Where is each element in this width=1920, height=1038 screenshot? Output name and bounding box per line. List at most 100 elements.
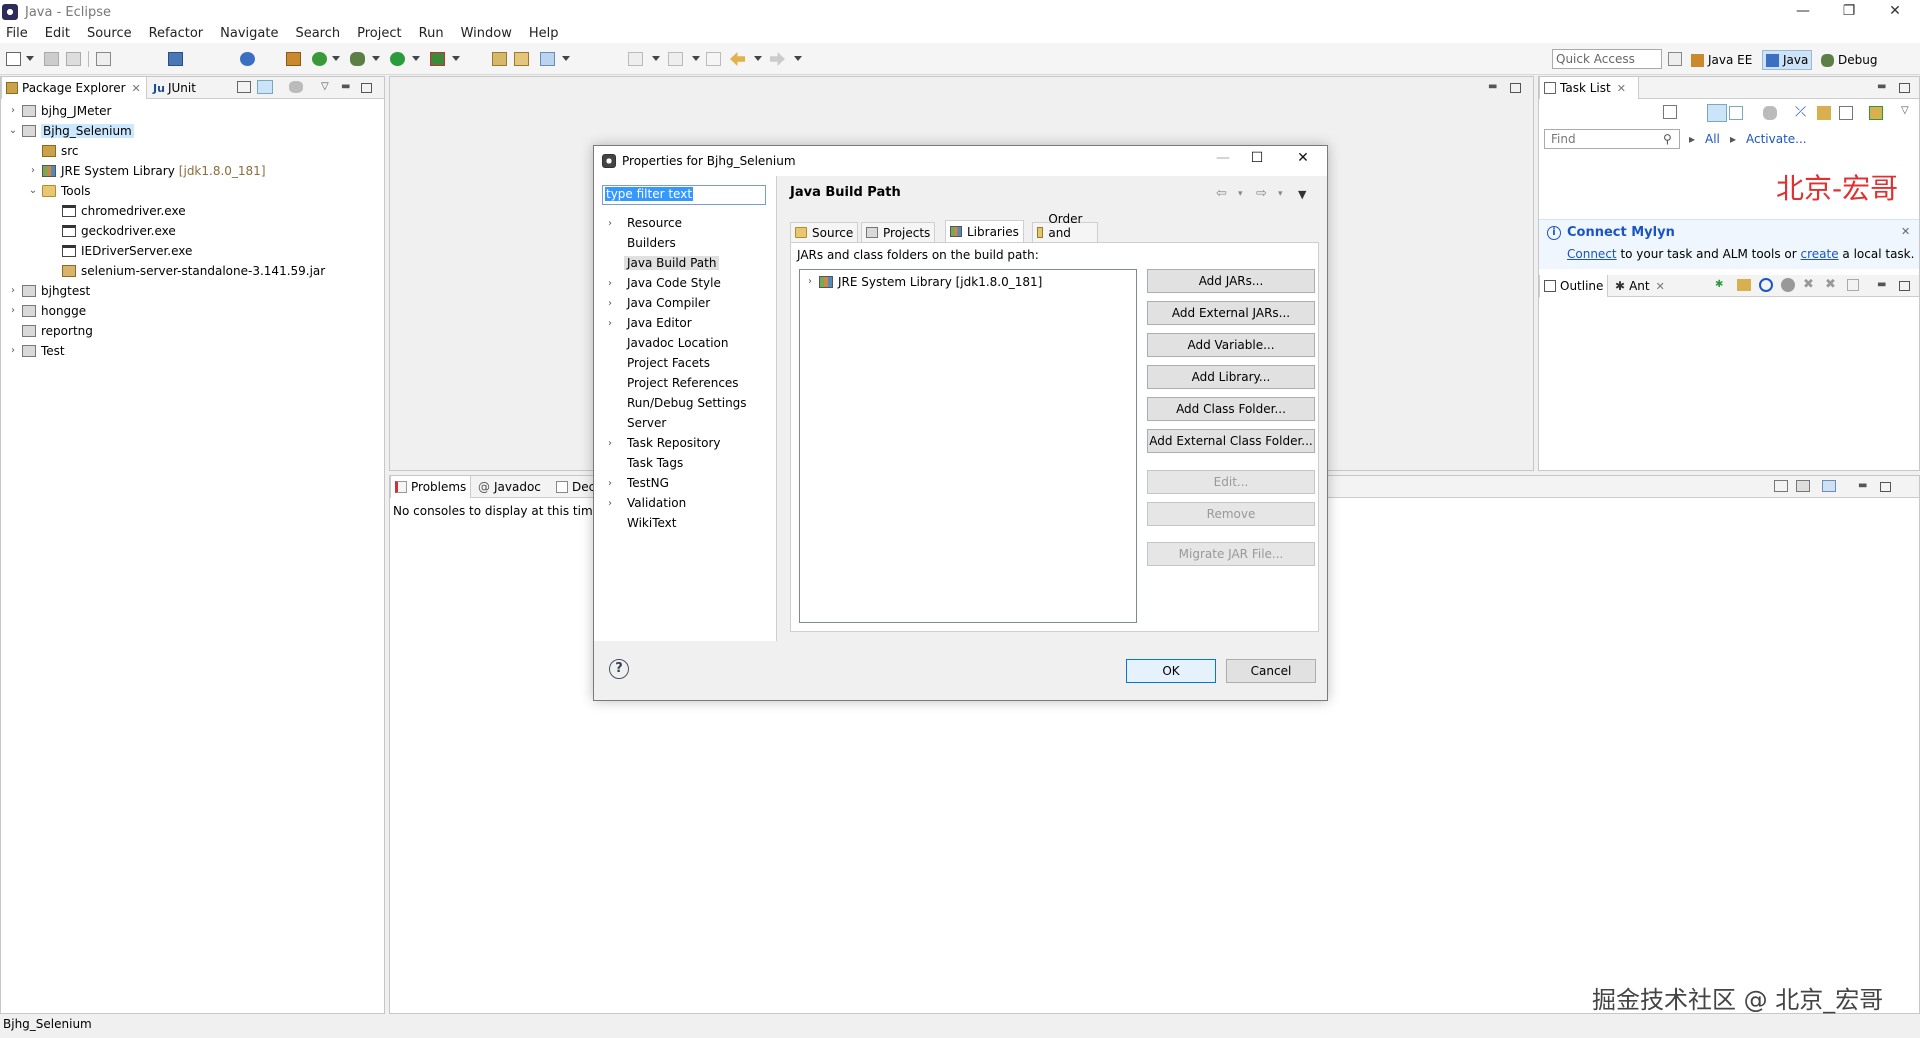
scheduled-icon[interactable]	[1729, 106, 1743, 120]
next-annotation-dropdown-icon[interactable]	[652, 56, 660, 61]
menu-help[interactable]: Help	[529, 26, 559, 41]
back-nav-dropdown-icon[interactable]: ▾	[1238, 189, 1243, 199]
display-selected-console-icon[interactable]	[1796, 480, 1810, 492]
tab-source[interactable]: Source	[790, 222, 859, 243]
tree-item-bjhg-jmeter[interactable]: › bjhg_JMeter	[7, 102, 111, 119]
tree-item-bjhg-selenium[interactable]: ⌄ Bjhg_Selenium	[7, 122, 134, 139]
remove-all-icon[interactable]: ✖	[1825, 277, 1836, 292]
collapse-icon[interactable]: ⌄	[7, 125, 19, 136]
tree-item-src[interactable]: src	[27, 142, 79, 159]
tree-item-chromedriver[interactable]: chromedriver.exe	[47, 202, 186, 219]
close-tab-icon[interactable]: ✕	[1617, 82, 1626, 95]
tree-item-geckodriver[interactable]: geckodriver.exe	[47, 222, 176, 239]
tab-junit[interactable]: Ju JUnit	[149, 77, 200, 99]
build-path-tree[interactable]: › JRE System Library [jdk1.8.0_181]	[799, 269, 1137, 623]
next-annotation-icon[interactable]	[628, 52, 643, 66]
save-icon[interactable]	[44, 52, 59, 66]
tab-package-explorer[interactable]: Package Explorer ✕	[1, 77, 147, 99]
close-banner-icon[interactable]: ✕	[1901, 225, 1910, 238]
focus-on-task-icon[interactable]	[289, 81, 303, 93]
nav-wikitext[interactable]: WikiText	[608, 514, 680, 532]
forward-dropdown-icon[interactable]	[794, 56, 802, 61]
coverage-icon[interactable]	[430, 52, 445, 66]
expand-icon[interactable]: ›	[7, 105, 19, 116]
expand-icon[interactable]: ›	[7, 305, 19, 316]
expand-icon[interactable]: ›	[27, 165, 39, 176]
page-menu-icon[interactable]: ▼	[1298, 188, 1306, 201]
ok-button[interactable]: OK	[1126, 659, 1216, 683]
expand-icon[interactable]: ›	[7, 345, 19, 356]
nav-project-references[interactable]: Project References	[608, 374, 742, 392]
tree-item-test[interactable]: › Test	[7, 342, 65, 359]
tree-item-iedriverserver[interactable]: IEDriverServer.exe	[47, 242, 192, 259]
new-task-icon[interactable]	[1663, 105, 1677, 119]
collapse-icon[interactable]	[1847, 279, 1859, 291]
dialog-maximize-button[interactable]: ☐	[1242, 150, 1272, 166]
tab-task-list[interactable]: Task List ✕	[1539, 77, 1639, 99]
add-library-button[interactable]: Add Library...	[1147, 365, 1315, 389]
back-icon[interactable]	[730, 52, 745, 66]
pin-console-icon[interactable]	[1774, 480, 1788, 492]
restore-button[interactable]: ❐	[1826, 0, 1872, 24]
nav-server[interactable]: Server	[608, 414, 669, 432]
forward-icon[interactable]	[770, 52, 785, 66]
dialog-minimize-button[interactable]: —	[1208, 150, 1238, 166]
menu-file[interactable]: File	[6, 26, 28, 41]
new-java-class-icon[interactable]	[312, 52, 327, 66]
minimize-button[interactable]: —	[1780, 0, 1826, 24]
menu-edit[interactable]: Edit	[45, 26, 70, 41]
add-variable-button[interactable]: Add Variable...	[1147, 333, 1315, 357]
open-perspective-icon[interactable]	[1668, 52, 1682, 66]
perspective-java[interactable]: Java	[1762, 50, 1813, 70]
toggle-breakpoint-icon[interactable]	[240, 52, 255, 66]
filter-input[interactable]: type filter text	[602, 185, 766, 205]
categorized-icon[interactable]	[1707, 104, 1727, 122]
focus-on-workweek-icon[interactable]	[1763, 106, 1777, 120]
open-task-icon[interactable]	[514, 52, 529, 66]
forward-nav-icon[interactable]: ⇨	[1256, 186, 1267, 201]
tree-item-jre-library[interactable]: › JRE System Library [jdk1.8.0_181]	[27, 162, 266, 179]
task-find-input[interactable]: Find	[1544, 129, 1680, 149]
nav-javadoc-location[interactable]: Javadoc Location	[608, 334, 731, 352]
back-dropdown-icon[interactable]	[754, 56, 762, 61]
expand-icon[interactable]: ›	[608, 498, 624, 509]
nav-task-repository[interactable]: › Task Repository	[608, 434, 724, 452]
menu-window[interactable]: Window	[461, 26, 512, 41]
run-dropdown-icon[interactable]	[412, 56, 420, 61]
tab-projects[interactable]: Projects	[861, 222, 936, 243]
search-dropdown-icon[interactable]	[562, 56, 570, 61]
quick-access-input[interactable]: Quick Access	[1552, 49, 1662, 69]
remove-icon[interactable]: ✖	[1803, 277, 1814, 292]
synchronize-icon[interactable]	[1817, 106, 1831, 120]
nav-java-compiler[interactable]: › Java Compiler	[608, 294, 713, 312]
hide-internal-targets-icon[interactable]	[1759, 278, 1773, 292]
previous-annotation-dropdown-icon[interactable]	[692, 56, 700, 61]
tree-item-jre-library[interactable]: › JRE System Library [jdk1.8.0_181]	[804, 273, 1042, 290]
maximize-editor-icon[interactable]	[1510, 83, 1521, 93]
remove-button[interactable]: Remove	[1147, 502, 1315, 526]
menu-search[interactable]: Search	[295, 26, 340, 41]
maximize-view-icon[interactable]	[1899, 83, 1910, 93]
nav-resource[interactable]: › Resource	[608, 214, 685, 232]
edit-button[interactable]: Edit...	[1147, 470, 1315, 494]
find-search-icon[interactable]: ⚲	[1663, 132, 1672, 146]
tab-order-and-export[interactable]: Order and Export	[1032, 212, 1099, 254]
tab-ant[interactable]: ✱ Ant ✕	[1611, 275, 1669, 297]
tree-item-tools[interactable]: ⌄ Tools	[27, 182, 91, 199]
hide-completed-icon[interactable]: ⤫	[1795, 105, 1809, 120]
search-buildfile-icon[interactable]	[1737, 279, 1751, 291]
tree-item-reportng[interactable]: reportng	[7, 322, 93, 339]
menu-refactor[interactable]: Refactor	[149, 26, 204, 41]
terminal-icon[interactable]	[168, 52, 183, 66]
nav-task-tags[interactable]: Task Tags	[608, 454, 686, 472]
tab-outline[interactable]: Outline	[1539, 275, 1609, 297]
debug-dropdown-icon[interactable]	[372, 56, 380, 61]
expand-icon[interactable]: ›	[608, 218, 624, 229]
expand-icon[interactable]: ›	[608, 438, 624, 449]
maximize-view-icon[interactable]	[1899, 281, 1910, 291]
menu-run[interactable]: Run	[419, 26, 444, 41]
minimize-editor-icon[interactable]: ▬	[1488, 81, 1497, 92]
go-into-icon[interactable]	[1869, 106, 1883, 120]
view-menu-icon[interactable]: ▽	[1901, 105, 1909, 116]
new-class-dropdown-icon[interactable]	[332, 56, 340, 61]
